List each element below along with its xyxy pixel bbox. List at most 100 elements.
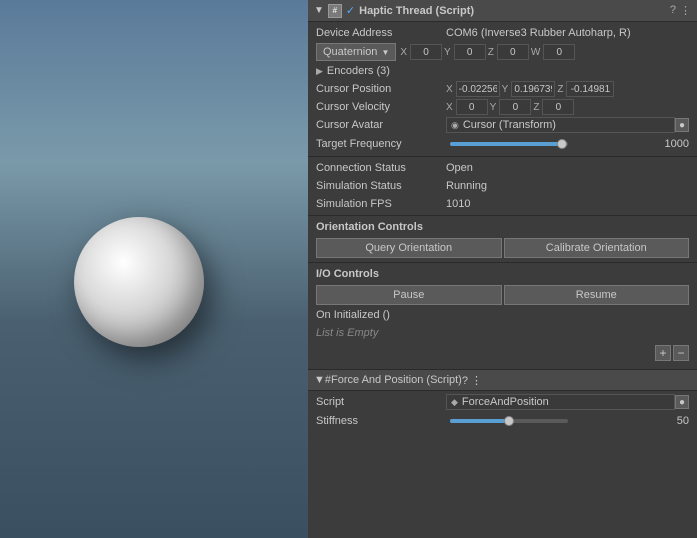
stiffness-thumb[interactable] (504, 416, 514, 426)
cursor-position-row: Cursor Position X Y Z (308, 80, 697, 98)
simulation-fps-value: 1010 (446, 198, 689, 210)
enable-toggle-haptic[interactable]: ✓ (346, 4, 355, 17)
cursor-position-label: Cursor Position (316, 83, 446, 95)
resume-button[interactable]: Resume (504, 285, 690, 305)
kebab-icon-force[interactable]: ⋮ (471, 375, 482, 387)
orientation-button-row: Query Orientation Calibrate Orientation (308, 236, 697, 260)
cursor-position-fields: X Y Z (446, 81, 614, 97)
io-controls-header: I/O Controls (308, 265, 697, 283)
stiffness-row: Stiffness 50 (308, 411, 697, 431)
kebab-icon-haptic[interactable]: ⋮ (680, 4, 691, 17)
chevron-down-icon: ▼ (381, 48, 389, 57)
target-frequency-slider[interactable] (450, 142, 568, 146)
cursor-avatar-row: Cursor Avatar ◉ Cursor (Transform) ● (308, 116, 697, 134)
cursor-pos-y-label: Y (502, 84, 509, 95)
z-label: Z (488, 47, 494, 58)
script-obj-icon: ◆ (451, 397, 458, 408)
cursor-vel-z-label: Z (533, 102, 539, 113)
stiffness-slider[interactable] (450, 419, 568, 423)
simulation-fps-label: Simulation FPS (316, 198, 446, 210)
help-icon-force[interactable]: ? (462, 375, 468, 387)
target-frequency-row: Target Frequency 1000 (308, 134, 697, 154)
script-field-value: ForceAndPosition (462, 396, 549, 408)
collapse-arrow-haptic[interactable]: ▼ (314, 5, 324, 16)
script-field-ref: ◆ ForceAndPosition (446, 394, 675, 410)
cursor-velocity-fields: X Y Z (446, 99, 574, 115)
haptic-script-header: ▼ # ✓ Haptic Thread (Script) ? ⋮ (308, 0, 697, 22)
cursor-pos-z-input[interactable] (566, 81, 614, 97)
sphere-object (74, 217, 204, 347)
inspector-panel: ▼ # ✓ Haptic Thread (Script) ? ⋮ Device … (308, 0, 697, 538)
cursor-vel-y-input[interactable] (499, 99, 531, 115)
force-script-header: ▼ # Force And Position (Script) ? ⋮ (308, 369, 697, 391)
plus-minus-row: + − (308, 343, 697, 363)
script-icon-haptic: # (328, 4, 342, 18)
simulation-fps-row: Simulation FPS 1010 (308, 195, 697, 213)
stiffness-label: Stiffness (316, 415, 446, 427)
quaternion-label: Quaternion (323, 46, 377, 58)
query-orientation-button[interactable]: Query Orientation (316, 238, 502, 258)
quaternion-row: Quaternion ▼ X Y Z W (308, 42, 697, 62)
connection-status-row: Connection Status Open (308, 159, 697, 177)
device-address-value: COM6 (Inverse3 Rubber Autoharp, R) (446, 27, 689, 39)
connection-status-value: Open (446, 162, 689, 174)
3d-viewport (0, 0, 308, 538)
haptic-header-icons: ? ⋮ (670, 4, 691, 17)
device-address-row: Device Address COM6 (Inverse3 Rubber Aut… (308, 24, 697, 42)
connection-status-label: Connection Status (316, 162, 446, 174)
quaternion-y-input[interactable] (454, 44, 486, 60)
encoders-row[interactable]: ▶ Encoders (3) (308, 62, 697, 80)
io-button-row: Pause Resume (308, 283, 697, 307)
force-script-title: Force And Position (Script) (331, 374, 462, 386)
simulation-status-value: Running (446, 180, 689, 192)
cursor-pos-z-label: Z (557, 84, 563, 95)
device-address-label: Device Address (316, 27, 446, 39)
divider-3 (308, 262, 697, 263)
script-field-row: Script ◆ ForceAndPosition ● (308, 393, 697, 411)
force-inspector-body: Script ◆ ForceAndPosition ● Stiffness 50 (308, 391, 697, 433)
quaternion-dropdown[interactable]: Quaternion ▼ (316, 43, 396, 61)
haptic-inspector-body: Device Address COM6 (Inverse3 Rubber Aut… (308, 22, 697, 365)
cursor-velocity-row: Cursor Velocity X Y Z (308, 98, 697, 116)
help-icon-haptic[interactable]: ? (670, 4, 676, 17)
cursor-pos-x-input[interactable] (456, 81, 500, 97)
cursor-vel-x-input[interactable] (456, 99, 488, 115)
cursor-velocity-label: Cursor Velocity (316, 101, 446, 113)
remove-item-button[interactable]: − (673, 345, 689, 361)
quaternion-x-input[interactable] (410, 44, 442, 60)
cursor-vel-z-input[interactable] (542, 99, 574, 115)
cursor-vel-x-label: X (446, 102, 453, 113)
cursor-avatar-label: Cursor Avatar (316, 119, 446, 131)
target-frequency-label: Target Frequency (316, 138, 446, 150)
quaternion-fields: X Y Z W (400, 44, 575, 60)
quaternion-z-input[interactable] (497, 44, 529, 60)
haptic-script-title: Haptic Thread (Script) (359, 5, 670, 17)
encoders-arrow-icon: ▶ (316, 66, 323, 77)
cursor-vel-y-label: Y (490, 102, 497, 113)
script-picker-btn[interactable]: ● (675, 395, 689, 409)
target-frequency-fill (450, 142, 562, 146)
y-label: Y (444, 47, 451, 58)
simulation-status-label: Simulation Status (316, 180, 446, 192)
cursor-avatar-picker-btn[interactable]: ● (675, 118, 689, 132)
pause-button[interactable]: Pause (316, 285, 502, 305)
list-empty-label: List is Empty (308, 323, 697, 343)
cursor-pos-y-input[interactable] (511, 81, 555, 97)
calibrate-orientation-button[interactable]: Calibrate Orientation (504, 238, 690, 258)
collapse-arrow-force[interactable]: ▼ (314, 374, 325, 386)
script-field-label: Script (316, 396, 446, 408)
orientation-controls-header: Orientation Controls (308, 218, 697, 236)
target-frequency-thumb[interactable] (557, 139, 567, 149)
on-initialized-label: On Initialized () (308, 307, 697, 323)
add-item-button[interactable]: + (655, 345, 671, 361)
x-label: X (400, 47, 407, 58)
simulation-status-row: Simulation Status Running (308, 177, 697, 195)
cursor-avatar-value: Cursor (Transform) (463, 119, 556, 131)
w-label: W (531, 47, 540, 58)
cursor-pos-x-label: X (446, 84, 453, 95)
encoders-label: Encoders (3) (327, 65, 457, 77)
target-frequency-value: 1000 (572, 138, 690, 150)
divider-2 (308, 215, 697, 216)
cursor-avatar-ref: ◉ Cursor (Transform) (446, 117, 675, 133)
quaternion-w-input[interactable] (543, 44, 575, 60)
